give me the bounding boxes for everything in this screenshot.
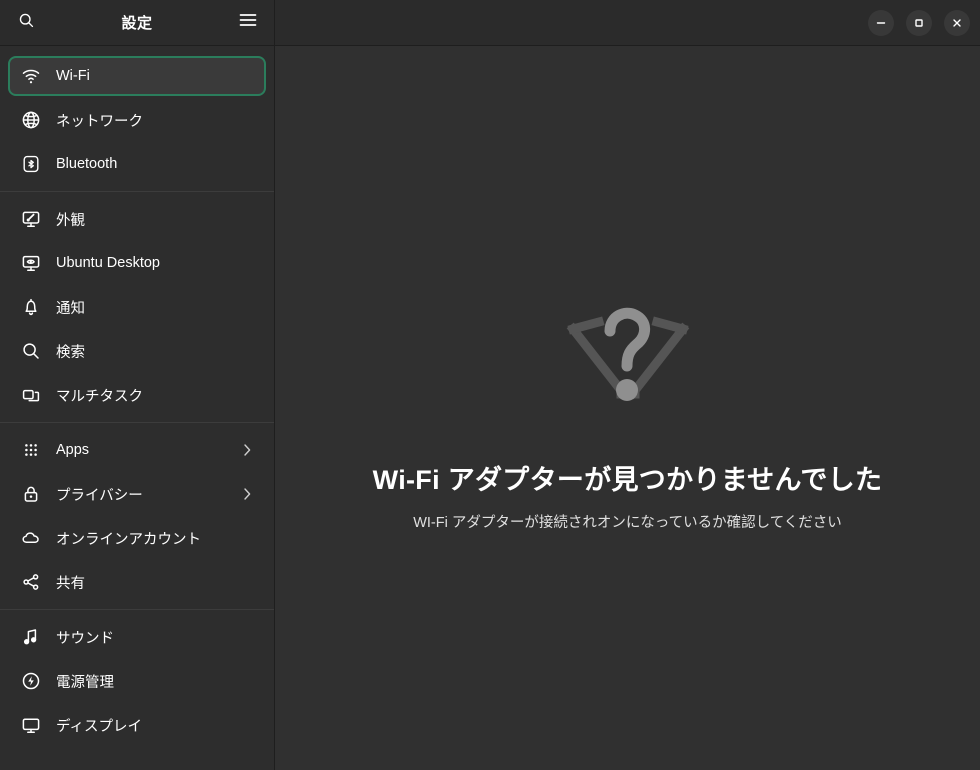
maximize-icon <box>913 17 925 29</box>
sidebar-item-label: プライバシー <box>56 487 143 504</box>
empty-state-subtitle: WI-Fi アダプターが接続されオンになっているか確認してください <box>413 515 842 531</box>
sidebar-group: Wi-Fi ネットワーク Bluetooth <box>0 56 274 184</box>
wifi-not-found-icon <box>563 296 693 416</box>
sidebar-item-wi-fi[interactable]: Wi-Fi <box>8 56 266 96</box>
sharing-icon <box>20 571 42 593</box>
cloud-icon <box>20 527 42 549</box>
sidebar-item-apps[interactable]: Apps <box>8 430 266 470</box>
sidebar-group-separator <box>0 609 274 610</box>
sound-note-icon <box>20 626 42 648</box>
sidebar-item-label: Ubuntu Desktop <box>56 255 160 271</box>
close-icon <box>951 17 963 29</box>
sidebar-nav-list: Wi-Fi ネットワーク Bluetooth 外観 Ubuntu Desktop… <box>0 46 274 745</box>
sidebar-item-g1-4[interactable]: マルチタスク <box>8 375 266 415</box>
sidebar-item-g3-2[interactable]: ディスプレイ <box>8 705 266 745</box>
sidebar-item-label: Apps <box>56 442 90 458</box>
notifications-bell-icon <box>20 296 42 318</box>
search-icon <box>20 340 42 362</box>
sidebar-item-label: ディスプレイ <box>56 718 142 735</box>
sidebar-group: 外観 Ubuntu Desktop 通知 検索 マルチタスク <box>0 199 274 415</box>
titlebar: 設定 <box>0 0 980 46</box>
sidebar-item-g2-1[interactable]: プライバシー <box>8 474 266 514</box>
sidebar-item-label: 共有 <box>56 575 85 592</box>
settings-window: 設定 Wi-Fi ネットワーク Bluetooth 外観 Ubuntu Desk… <box>0 0 980 770</box>
empty-state-title: Wi-Fi アダプターが見つかりませんでした <box>372 465 883 495</box>
window-body: Wi-Fi ネットワーク Bluetooth 外観 Ubuntu Desktop… <box>0 46 980 770</box>
chevron-right-icon <box>240 443 254 457</box>
network-globe-icon <box>20 109 42 131</box>
bluetooth-icon <box>20 153 42 175</box>
sidebar-item-g2-2[interactable]: オンラインアカウント <box>8 518 266 558</box>
hamburger-menu-icon <box>239 13 257 32</box>
sidebar-item-label: サウンド <box>56 630 114 647</box>
sidebar-headerbar: 設定 <box>0 0 275 45</box>
sidebar-item-label: Wi-Fi <box>56 68 90 84</box>
sidebar-item-label: 通知 <box>56 300 85 317</box>
privacy-lock-icon <box>20 483 42 505</box>
wifi-icon <box>20 65 42 87</box>
sidebar-item-label: 電源管理 <box>56 674 114 691</box>
sidebar-item-bluetooth[interactable]: Bluetooth <box>8 144 266 184</box>
chevron-right-icon <box>240 487 254 501</box>
power-icon <box>20 670 42 692</box>
sidebar-item-g3-0[interactable]: サウンド <box>8 617 266 657</box>
sidebar-item-label: オンラインアカウント <box>56 531 201 548</box>
maximize-button[interactable] <box>906 9 932 36</box>
sidebar-item-g1-2[interactable]: 通知 <box>8 287 266 327</box>
wifi-panel: Wi-Fi アダプターが見つかりませんでした WI-Fi アダプターが接続されオ… <box>275 46 980 770</box>
minimize-icon <box>875 17 887 29</box>
appearance-icon <box>20 208 42 230</box>
sidebar-item-g1-3[interactable]: 検索 <box>8 331 266 371</box>
search-button[interactable] <box>10 7 42 39</box>
sidebar-item-g0-1[interactable]: ネットワーク <box>8 100 266 140</box>
sidebar-group-separator <box>0 191 274 192</box>
sidebar-group: サウンド 電源管理 ディスプレイ <box>0 617 274 745</box>
sidebar-item-label: マルチタスク <box>56 388 143 405</box>
apps-grid-icon <box>20 439 42 461</box>
content-headerbar <box>275 0 980 45</box>
sidebar-item-label: ネットワーク <box>56 113 143 130</box>
minimize-button[interactable] <box>868 9 894 36</box>
sidebar-item-g3-1[interactable]: 電源管理 <box>8 661 266 701</box>
sidebar-item-label: 外観 <box>56 212 85 229</box>
main-menu-button[interactable] <box>232 7 264 39</box>
multitasking-icon <box>20 384 42 406</box>
search-icon <box>18 12 35 34</box>
sidebar-group: Apps プライバシー オンラインアカウント 共有 <box>0 430 274 602</box>
close-button[interactable] <box>944 9 970 36</box>
sidebar-group-separator <box>0 422 274 423</box>
sidebar-item-label: 検索 <box>56 344 85 361</box>
ubuntu-desktop-icon <box>20 252 42 274</box>
display-monitor-icon <box>20 714 42 736</box>
sidebar-item-g2-3[interactable]: 共有 <box>8 562 266 602</box>
sidebar-item-g1-0[interactable]: 外観 <box>8 199 266 239</box>
sidebar-item-label: Bluetooth <box>56 156 118 172</box>
settings-sidebar: Wi-Fi ネットワーク Bluetooth 外観 Ubuntu Desktop… <box>0 46 275 770</box>
sidebar-item-ubuntu-desktop[interactable]: Ubuntu Desktop <box>8 243 266 283</box>
